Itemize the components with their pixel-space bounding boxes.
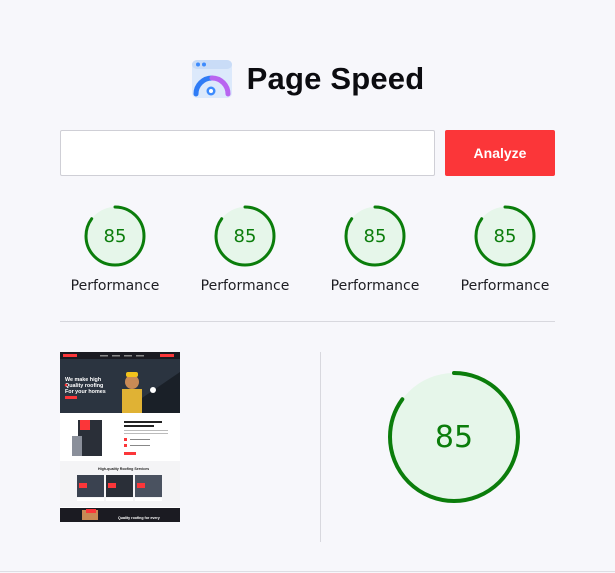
- score-value: 85: [233, 225, 257, 247]
- score-label: Performance: [330, 278, 420, 294]
- score-value: 85: [103, 225, 127, 247]
- bottom-rule: [0, 571, 615, 572]
- page-title: Page Speed: [246, 61, 425, 96]
- overall-score-gauge: 85: [387, 370, 521, 504]
- preview-footer-heading: Quality roofing for every: [118, 516, 160, 520]
- score-card-2: 85 Performance: [190, 204, 300, 294]
- vertical-divider: [320, 352, 321, 542]
- score-label: Performance: [200, 278, 290, 294]
- page-screenshot-thumbnail: We make high Quality roofing For your ho…: [60, 352, 180, 522]
- score-label: Performance: [70, 278, 160, 294]
- section-divider: [60, 321, 555, 322]
- score-summary: 85 Performance 85 Performance 85 Perform…: [60, 204, 555, 304]
- score-gauge: 85: [83, 204, 147, 268]
- overall-score-value: 85: [434, 419, 474, 455]
- score-value: 85: [493, 225, 517, 247]
- score-label: Performance: [460, 278, 550, 294]
- analyze-button[interactable]: Analyze: [445, 130, 555, 176]
- preview-services-heading: High-quality Roofing Services: [98, 467, 149, 471]
- score-gauge: 85: [213, 204, 277, 268]
- url-input[interactable]: [60, 130, 435, 176]
- search-row: Analyze: [60, 130, 555, 176]
- preview-hero-line-3: For your homes: [65, 389, 106, 395]
- score-gauge: 85: [473, 204, 537, 268]
- score-gauge: 85: [343, 204, 407, 268]
- score-card-4: 85 Performance: [450, 204, 560, 294]
- speedometer-window-icon: [191, 60, 232, 98]
- score-card-1: 85 Performance: [60, 204, 170, 294]
- score-card-3: 85 Performance: [320, 204, 430, 294]
- thumbnail-drawing: We make high Quality roofing For your ho…: [60, 352, 180, 522]
- score-value: 85: [363, 225, 387, 247]
- header: Page Speed: [0, 58, 615, 100]
